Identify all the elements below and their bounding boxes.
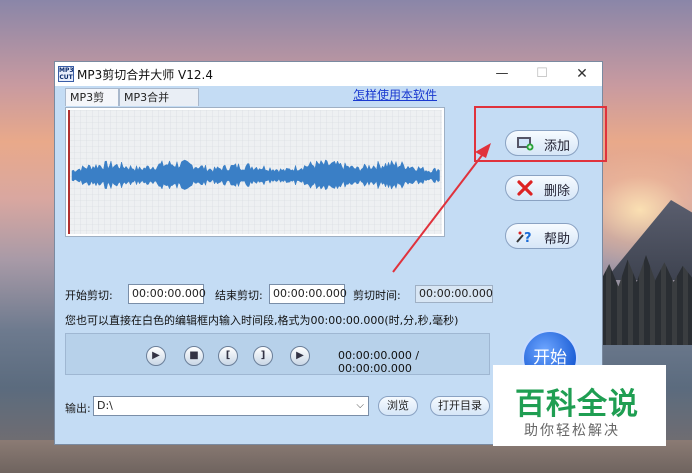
watermark-panel: 百科全说 助你轻松解决 <box>493 365 666 446</box>
watermark-subtitle: 助你轻松解决 <box>524 423 620 439</box>
watermark-title: 百科全说 <box>515 387 639 422</box>
